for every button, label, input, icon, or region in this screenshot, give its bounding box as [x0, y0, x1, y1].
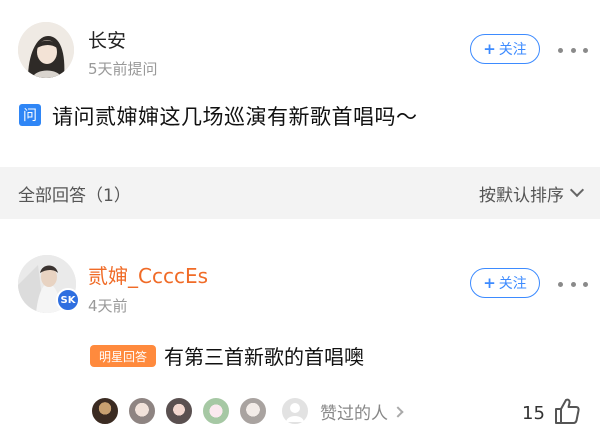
- liker-avatar[interactable]: [201, 396, 231, 426]
- plus-icon: +: [483, 40, 496, 58]
- more-icon[interactable]: [558, 40, 588, 60]
- answers-header: 全部回答（1） 按默认排序: [0, 167, 600, 219]
- liker-avatar[interactable]: [164, 396, 194, 426]
- asker-name[interactable]: 长安: [88, 26, 126, 53]
- default-avatar-icon: [286, 403, 304, 422]
- question-icon: 问: [19, 104, 41, 126]
- follow-asker-button[interactable]: + 关注: [470, 34, 540, 64]
- chevron-right-icon: [392, 405, 404, 418]
- more-icon[interactable]: [558, 274, 588, 294]
- answer-text: 有第三首新歌的首唱噢: [164, 345, 364, 369]
- answers-count: 全部回答（1）: [18, 185, 131, 206]
- question-title: 请问贰婶婶这几场巡演有新歌首唱吗～: [52, 105, 418, 129]
- liker-avatar[interactable]: [238, 396, 268, 426]
- plus-icon: +: [483, 274, 496, 292]
- follow-label: 关注: [498, 276, 527, 292]
- liked-by-label: 赞过的人: [320, 404, 388, 424]
- star-answer-badge: 明星回答: [90, 345, 156, 367]
- answer-timestamp: 4天前: [88, 297, 128, 315]
- thumbs-up-icon[interactable]: [552, 396, 582, 426]
- follow-answerer-button[interactable]: + 关注: [470, 268, 540, 298]
- liker-avatar[interactable]: [280, 396, 310, 426]
- sort-dropdown[interactable]: 按默认排序: [479, 181, 585, 206]
- answerer-name[interactable]: 贰婶_CcccEs: [88, 260, 208, 289]
- asker-avatar[interactable]: [18, 22, 74, 78]
- asker-timestamp: 5天前提问: [88, 60, 158, 78]
- like-count: 15: [522, 403, 545, 424]
- verified-icon: SK: [56, 288, 80, 312]
- liked-by-link[interactable]: 赞过的人: [320, 399, 404, 424]
- sort-label: 按默认排序: [479, 185, 564, 206]
- chevron-down-icon: [569, 182, 585, 198]
- liker-avatar[interactable]: [90, 396, 120, 426]
- liker-avatar[interactable]: [127, 396, 157, 426]
- follow-label: 关注: [498, 42, 527, 58]
